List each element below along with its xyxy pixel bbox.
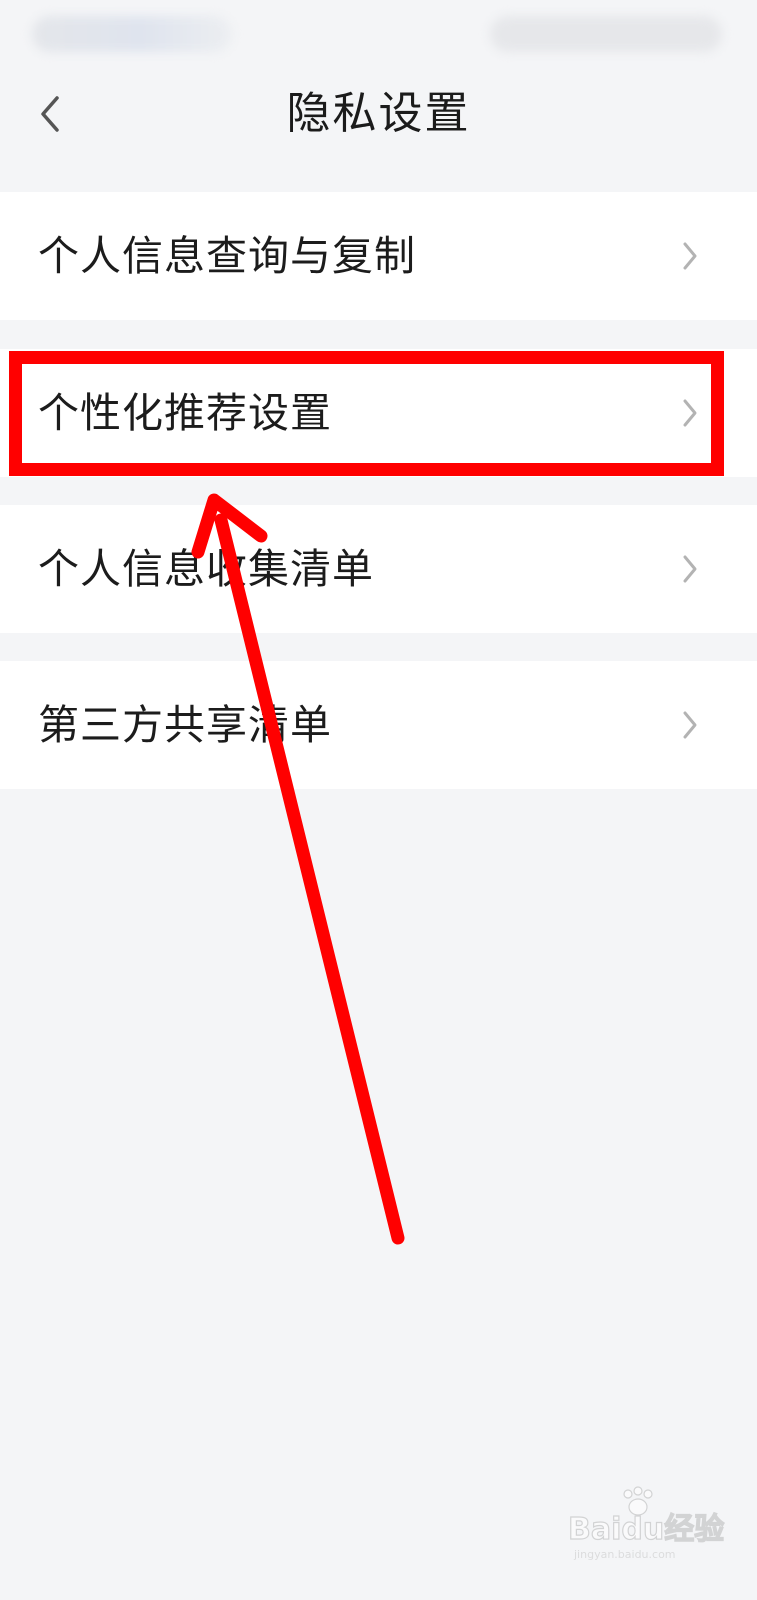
page-title: 隐私设置 xyxy=(286,88,471,139)
menu-item-label: 第三方共享清单 xyxy=(38,701,332,749)
chevron-right-icon xyxy=(683,242,697,270)
watermark-subtext: jingyan.baidu.com xyxy=(574,1548,676,1561)
status-bar xyxy=(0,0,757,70)
status-bar-blurred-right xyxy=(490,16,722,52)
menu-item-third-party-sharing-list[interactable]: 第三方共享清单 xyxy=(0,661,757,789)
menu-item-label: 个人信息收集清单 xyxy=(38,545,374,593)
nav-bar: 隐私设置 xyxy=(0,70,757,190)
status-bar-blurred-left xyxy=(32,16,232,52)
menu-item-personal-info-query[interactable]: 个人信息查询与复制 xyxy=(0,192,757,320)
menu-item-label: 个性化推荐设置 xyxy=(38,389,332,437)
chevron-right-icon xyxy=(683,555,697,583)
baidu-watermark: Baidu经验 jingyan.baidu.com xyxy=(560,1486,730,1570)
menu-item-personalized-recommendation[interactable]: 个性化推荐设置 xyxy=(0,349,757,477)
menu-item-label: 个人信息查询与复制 xyxy=(38,232,416,280)
menu-item-personal-info-collection-list[interactable]: 个人信息收集清单 xyxy=(0,505,757,633)
watermark-text: Baidu经验 xyxy=(567,1511,725,1547)
chevron-right-icon xyxy=(683,399,697,427)
chevron-right-icon xyxy=(683,711,697,739)
